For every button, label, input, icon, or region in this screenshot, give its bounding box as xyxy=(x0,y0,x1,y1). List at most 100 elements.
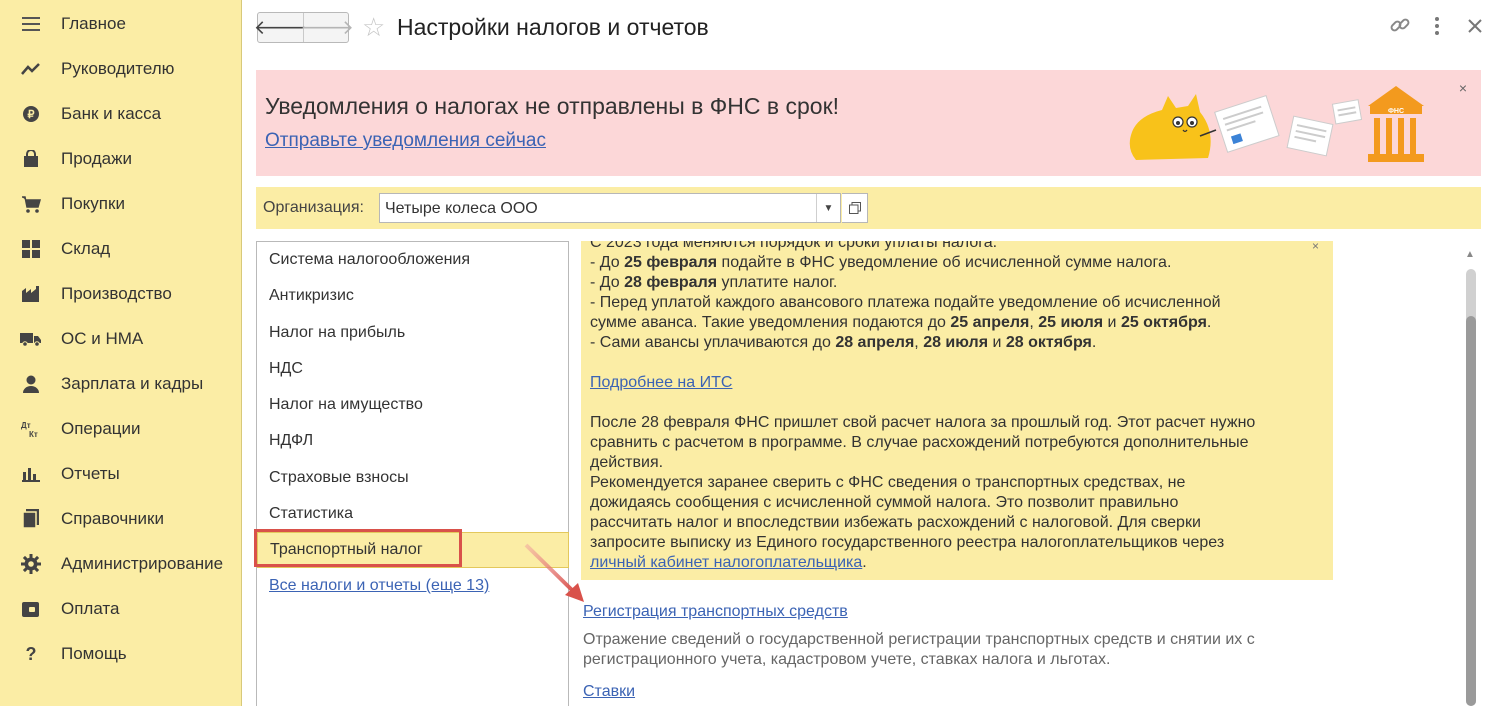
sidebar-item-reports[interactable]: Отчеты xyxy=(0,452,241,496)
info-line: сравнить с расчетом в программе. В случа… xyxy=(590,434,1249,451)
sidebar-item-catalogs[interactable]: Справочники xyxy=(0,497,241,541)
warehouse-icon xyxy=(20,238,42,260)
svg-text:₽: ₽ xyxy=(28,109,35,121)
gear-icon xyxy=(20,553,42,575)
info-line: рассчитать налог и впоследствии избежать… xyxy=(590,514,1201,531)
info-line: После 28 февраля ФНС пришлет свой расчет… xyxy=(590,414,1256,431)
bag-icon xyxy=(20,148,42,170)
close-icon[interactable] xyxy=(1467,17,1483,40)
sidebar-item-label: Зарплата и кадры xyxy=(61,374,204,393)
tax-item-statistics[interactable]: Статистика xyxy=(257,496,568,532)
sidebar-item-warehouse[interactable]: Склад xyxy=(0,227,241,271)
cart-icon xyxy=(20,193,42,215)
back-button[interactable]: 🡐 xyxy=(254,13,307,42)
cat-fns-illustration: ФНС xyxy=(1129,86,1424,162)
sidebar: Главное Руководителю ₽ Банк и касса Прод… xyxy=(0,0,242,706)
sidebar-item-salary[interactable]: Зарплата и кадры xyxy=(0,362,241,406)
menu-icon xyxy=(20,13,42,35)
open-window-icon xyxy=(848,202,861,214)
dropdown-arrow-icon[interactable]: ▼ xyxy=(816,194,840,222)
main-area: 🡐 🡒 ☆ Настройки налогов и отчетов Уведом… xyxy=(243,0,1493,706)
tax-item-anticrisis[interactable]: Антикризис xyxy=(257,278,568,314)
favorite-star-icon[interactable]: ☆ xyxy=(362,13,385,41)
scroll-up-icon[interactable]: ▲ xyxy=(1465,249,1475,260)
factory-icon xyxy=(20,283,42,305)
info-line: сумме аванса. Такие уведомления подаются… xyxy=(590,314,1212,331)
sidebar-item-operations[interactable]: Дт Кт Операции xyxy=(0,407,241,451)
sidebar-item-payment[interactable]: Оплата xyxy=(0,587,241,631)
tax-item-insurance[interactable]: Страховые взносы xyxy=(257,460,568,496)
sidebar-item-label: Оплата xyxy=(61,599,120,618)
info-line: - До 25 февраля подайте в ФНС уведомлени… xyxy=(590,254,1172,271)
all-taxes-link[interactable]: Все налоги и отчеты (еще 13) xyxy=(269,577,489,595)
info-line: личный кабинет налогоплательщика. xyxy=(590,554,867,571)
sidebar-item-production[interactable]: Производство xyxy=(0,272,241,316)
info-close-button[interactable]: × xyxy=(1312,241,1319,253)
tax-item-property[interactable]: Налог на имущество xyxy=(257,387,568,423)
question-icon: ? xyxy=(25,643,37,664)
organization-label: Организация: xyxy=(263,199,364,216)
svg-text:Дт: Дт xyxy=(21,421,31,430)
sidebar-item-admin[interactable]: Администрирование xyxy=(0,542,241,586)
info-line: Рекомендуется заранее сверить с ФНС свед… xyxy=(590,474,1186,491)
organization-bar: Организация: Четыре колеса ООО ▼ xyxy=(256,187,1481,229)
alert-banner: Уведомления о налогах не отправлены в ФН… xyxy=(256,70,1481,176)
sidebar-item-label: Склад xyxy=(61,239,111,258)
sidebar-item-label: Администрирование xyxy=(61,554,224,573)
tax-list: Система налогообложения Антикризис Налог… xyxy=(256,241,569,706)
sidebar-item-purchases[interactable]: Покупки xyxy=(0,182,241,226)
info-line: - До 28 февраля уплатите налог. xyxy=(590,274,838,291)
scroll-thumb[interactable] xyxy=(1466,316,1476,706)
alert-title: Уведомления о налогах не отправлены в ФН… xyxy=(265,93,840,119)
books-icon xyxy=(20,508,42,530)
link-icon[interactable] xyxy=(1389,14,1411,42)
person-icon xyxy=(20,373,42,395)
sidebar-item-label: Покупки xyxy=(61,194,125,213)
sidebar-item-label: Главное xyxy=(61,14,126,33)
arrow-right-icon: 🡒 xyxy=(300,17,354,39)
sidebar-item-assets[interactable]: ОС и НМА xyxy=(0,317,241,361)
organization-value: Четыре колеса ООО xyxy=(385,200,538,217)
info-line: - Перед уплатой каждого авансового плате… xyxy=(590,294,1221,311)
sidebar-item-sales[interactable]: Продажи xyxy=(0,137,241,181)
info-line: Подробнее на ИТС xyxy=(590,374,732,392)
fns-building-label: ФНС xyxy=(1388,108,1404,115)
info-line: С 2023 года меняются порядок и сроки упл… xyxy=(590,241,998,251)
tax-item-ndfl[interactable]: НДФЛ xyxy=(257,423,568,459)
wallet-icon xyxy=(20,598,42,620)
rates-link[interactable]: Ставки xyxy=(583,683,635,701)
send-notifications-link[interactable]: Отправьте уведомления сейчас xyxy=(265,130,546,152)
svg-text:Кт: Кт xyxy=(29,430,38,438)
highlight-box xyxy=(254,529,462,567)
info-line: действия. xyxy=(590,454,664,471)
sidebar-item-label: Операции xyxy=(61,419,141,438)
info-line: дожидаясь сообщения с исчисленной суммой… xyxy=(590,494,1179,511)
vehicle-registration-link[interactable]: Регистрация транспортных средств xyxy=(583,603,848,621)
alert-close-button[interactable]: × xyxy=(1459,80,1467,96)
sidebar-item-label: Помощь xyxy=(61,644,127,663)
scrollbar[interactable]: ▲ xyxy=(1461,241,1481,706)
sidebar-item-label: Отчеты xyxy=(61,464,120,483)
sidebar-item-label: ОС и НМА xyxy=(61,329,144,348)
more-menu-icon[interactable] xyxy=(1433,16,1441,42)
sidebar-item-bank[interactable]: ₽ Банк и касса xyxy=(0,92,241,136)
sidebar-item-help[interactable]: ? Помощь xyxy=(0,632,241,676)
sidebar-item-manager[interactable]: Руководителю xyxy=(0,47,241,91)
coin-icon: ₽ xyxy=(20,103,42,125)
taxpayer-cabinet-link[interactable]: личный кабинет налогоплательщика xyxy=(590,554,862,571)
open-organization-button[interactable] xyxy=(842,193,868,223)
its-link[interactable]: Подробнее на ИТС xyxy=(590,374,732,391)
organization-select[interactable]: Четыре колеса ООО ▼ xyxy=(379,193,841,223)
sidebar-item-main[interactable]: Главное xyxy=(0,2,241,46)
tax-item-system[interactable]: Система налогообложения xyxy=(257,242,568,278)
page-title: Настройки налогов и отчетов xyxy=(397,14,709,40)
debit-credit-icon: Дт Кт xyxy=(20,418,42,440)
tax-item-profit[interactable]: Налог на прибыль xyxy=(257,315,568,351)
nav-buttons: 🡐 🡒 xyxy=(254,12,354,43)
forward-button[interactable]: 🡒 xyxy=(300,13,354,42)
sidebar-item-label: Справочники xyxy=(61,509,164,528)
sidebar-item-label: Руководителю xyxy=(61,59,175,78)
tax-item-vat[interactable]: НДС xyxy=(257,351,568,387)
info-panel: × С 2023 года меняются порядок и сроки у… xyxy=(581,241,1333,580)
registration-description: Отражение сведений о государственной рег… xyxy=(583,631,1255,648)
